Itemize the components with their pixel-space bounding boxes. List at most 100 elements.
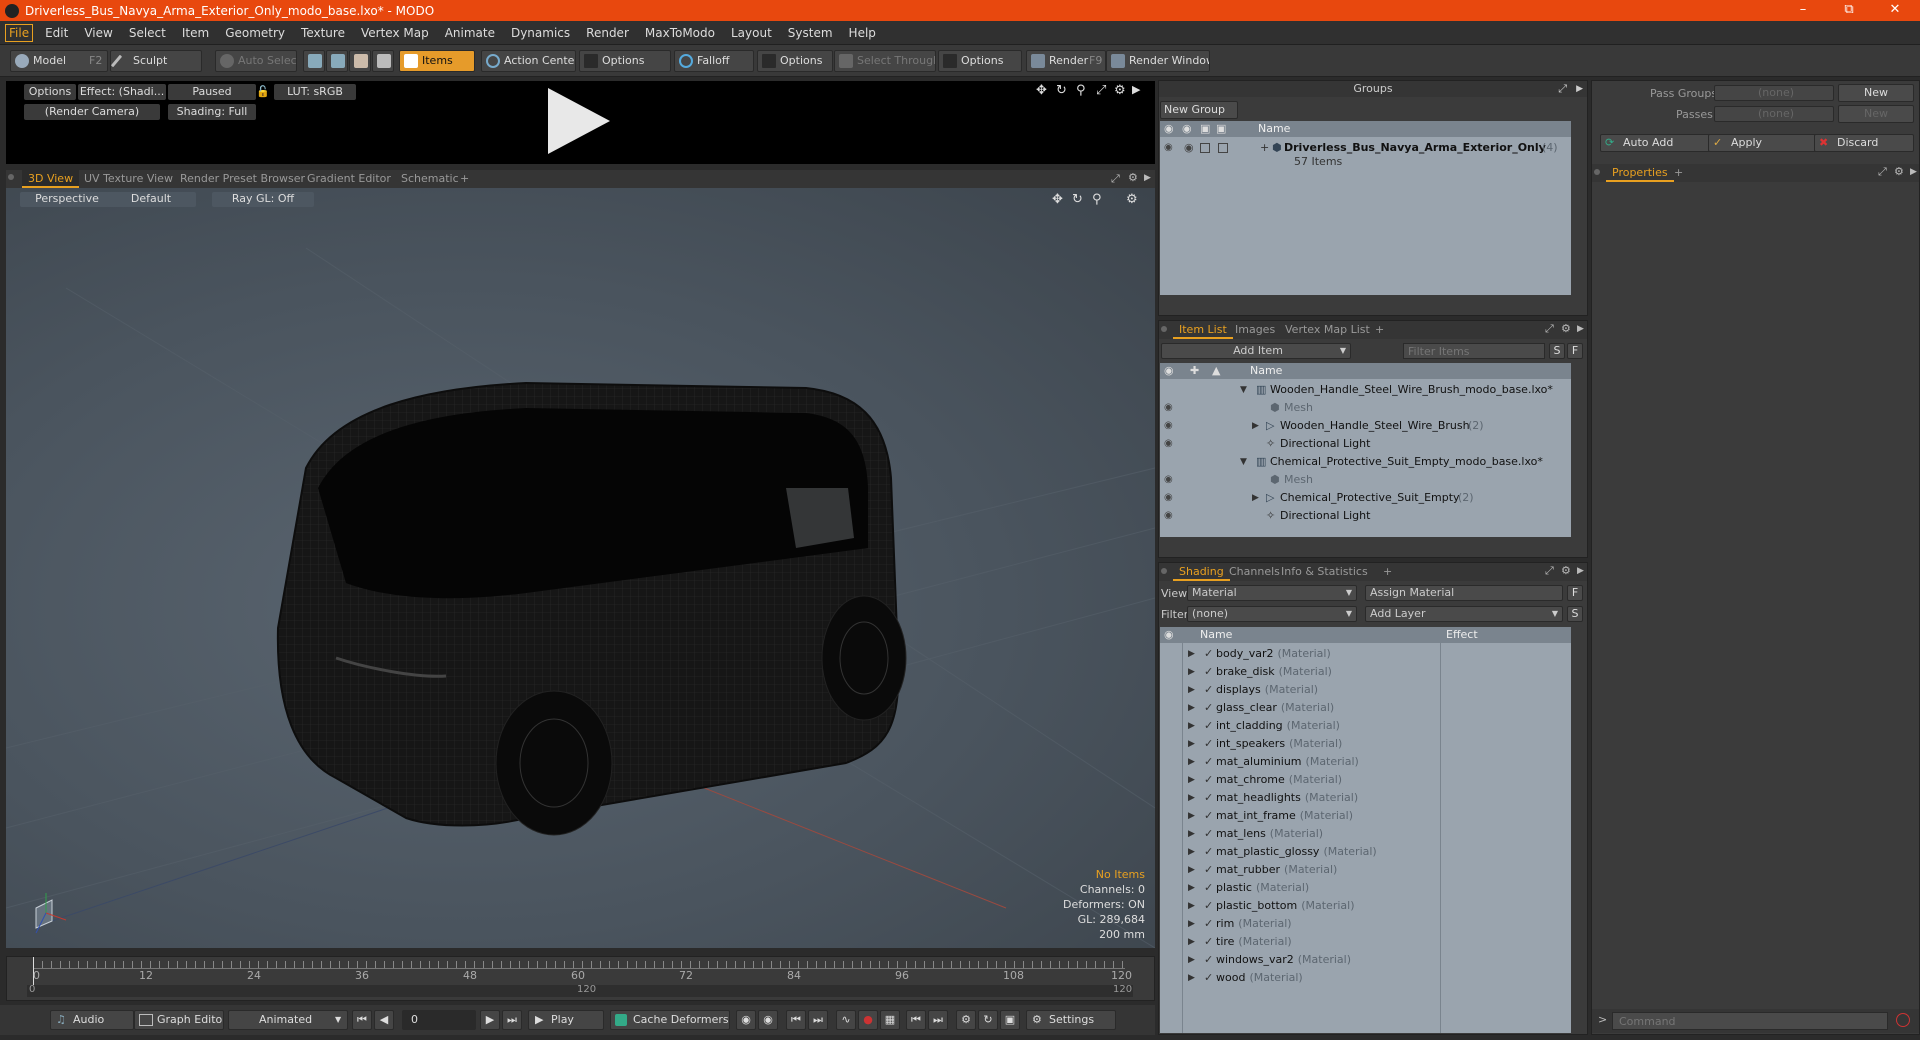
auto-select-button[interactable]: Auto Select [215, 50, 297, 72]
lock-icon[interactable]: ▣ [1200, 121, 1210, 137]
filter-dropdown[interactable]: (none) ▼ [1187, 606, 1357, 622]
eye-icon[interactable]: ◉ [1164, 143, 1176, 153]
preview-paused-button[interactable]: Paused [168, 84, 256, 100]
sculpt-mode-button[interactable]: Sculpt [110, 50, 202, 72]
material-row[interactable]: ▶ ✓ glass_clear (Material) [1160, 699, 1570, 717]
sync-button[interactable]: ↻ [978, 1010, 998, 1030]
menu-view[interactable]: View [76, 21, 120, 45]
select-checkbox[interactable] [1218, 143, 1228, 153]
scene-canvas[interactable] [6, 188, 1155, 948]
lock-icon[interactable]: ✚ [1190, 363, 1199, 379]
visibility-icon[interactable]: ◉ [1164, 627, 1174, 643]
expand-arrow-icon[interactable]: ▶ [1188, 735, 1195, 753]
tab-info-statistics[interactable]: Info & Statistics [1275, 563, 1374, 581]
shading-dropdown[interactable]: Shading: Full [168, 104, 256, 120]
lock-checkbox[interactable] [1200, 143, 1210, 153]
falloff-options-button[interactable]: Options [757, 50, 833, 72]
shading-s-button[interactable]: S [1567, 606, 1583, 622]
model-mode-button[interactable]: Model F2 [10, 50, 108, 72]
select-icon[interactable]: ▣ [1216, 121, 1226, 137]
menu-animate[interactable]: Animate [437, 21, 503, 45]
expand-arrow-icon[interactable]: ▶ [1188, 879, 1195, 897]
panel-handle-icon[interactable] [1161, 326, 1167, 332]
menu-system[interactable]: System [780, 21, 841, 45]
list-item[interactable]: ◉ ✧ Directional Light [1160, 507, 1571, 525]
material-row[interactable]: ▶ ✓ windows_var2 (Material) [1160, 951, 1570, 969]
item-list[interactable]: ▼ ▥ Wooden_Handle_Steel_Wire_Brush_modo_… [1160, 379, 1571, 537]
layers-button[interactable]: ▣ [1000, 1010, 1020, 1030]
maximize-view-icon[interactable]: ⤢ [1111, 172, 1120, 186]
eye-icon[interactable]: ◉ [1164, 475, 1176, 485]
menu-item[interactable]: Item [174, 21, 217, 45]
material-row[interactable]: ▶ ✓ mat_int_frame (Material) [1160, 807, 1570, 825]
filter-s-button[interactable]: S [1549, 343, 1565, 359]
filter-f-button[interactable]: F [1567, 343, 1583, 359]
expand-arrow-icon[interactable]: ▶ [1577, 324, 1584, 334]
new-group-button[interactable]: New Group [1160, 101, 1238, 119]
tab-gradient-editor[interactable]: Gradient Editor [301, 170, 397, 188]
timeline[interactable]: 0 12 24 36 48 60 72 84 96 108 120 0 120 … [6, 956, 1155, 1001]
material-row[interactable]: ▶ ✓ plastic (Material) [1160, 879, 1570, 897]
timeline-ruler[interactable] [33, 961, 1125, 969]
eye-icon[interactable]: ◉ [1164, 511, 1176, 521]
frame-input[interactable]: 0 [402, 1010, 476, 1030]
tab-render-preset-browser[interactable]: Render Preset Browser [174, 170, 311, 188]
auto-key-button[interactable]: ◉ [758, 1010, 778, 1030]
material-row[interactable]: ▶ ✓ int_cladding (Material) [1160, 717, 1570, 735]
collapse-arrow-icon[interactable]: ▼ [1240, 381, 1247, 399]
menu-dynamics[interactable]: Dynamics [503, 21, 578, 45]
preview-effect-dropdown[interactable]: Effect: (Shadi... [78, 84, 166, 100]
visibility-icon[interactable]: ◉ [1164, 121, 1174, 137]
tab-images[interactable]: Images [1229, 321, 1281, 339]
cache-deformers-button[interactable]: Cache Deformers [610, 1010, 730, 1030]
key-filter-button[interactable]: ▦ [880, 1010, 900, 1030]
expand-arrow-icon[interactable]: ▶ [1252, 489, 1259, 507]
lock-icon[interactable]: 🔓 [256, 85, 270, 98]
expand-arrow-icon[interactable]: ▶ [1188, 969, 1195, 987]
menu-texture[interactable]: Texture [293, 21, 353, 45]
list-item[interactable]: ▼ ▥ Wooden_Handle_Steel_Wire_Brush_modo_… [1160, 381, 1571, 399]
menu-select[interactable]: Select [121, 21, 174, 45]
expand-arrow-icon[interactable]: ▶ [1188, 645, 1195, 663]
next-marker-button[interactable]: ⏭ [928, 1010, 948, 1030]
expand-arrow-icon[interactable]: ▶ [1188, 825, 1195, 843]
next-frame-button[interactable]: ▶ [480, 1010, 500, 1030]
motion-button[interactable]: ∿ [836, 1010, 856, 1030]
auto-add-button[interactable]: ⟳ Auto Add [1600, 134, 1710, 152]
lut-dropdown[interactable]: LUT: sRGB [274, 84, 356, 100]
gear-icon[interactable]: ⚙ [1561, 564, 1571, 577]
menu-layout[interactable]: Layout [723, 21, 780, 45]
menu-maxtomodo[interactable]: MaxToModo [637, 21, 723, 45]
expand-arrow-icon[interactable]: ▶ [1188, 717, 1195, 735]
add-layer-dropdown[interactable]: Add Layer ▼ [1365, 606, 1563, 622]
shader-tree[interactable]: ▶ ✓ body_var2 (Material) ▶ ✓ brake_disk (Materi… [1160, 643, 1571, 1033]
render-window-button[interactable]: Render Window [1106, 50, 1210, 72]
passes-dropdown[interactable]: (none) [1714, 106, 1834, 122]
render-toggle-icon[interactable]: ◉ [1182, 121, 1192, 137]
groups-list[interactable]: ◉ ◉ + ⬢ Driverless_Bus_Navya_Arma_Exteri… [1160, 137, 1571, 295]
material-row[interactable]: ▶ ✓ body_var2 (Material) [1160, 645, 1570, 663]
maximize-panel-icon[interactable]: ⤢ [1878, 165, 1887, 179]
polygons-mode-button[interactable] [349, 50, 371, 72]
gear-icon[interactable]: ⚙ [1128, 171, 1138, 184]
expand-arrow-icon[interactable]: ▶ [1188, 951, 1195, 969]
edges-mode-button[interactable] [326, 50, 348, 72]
falloff-button[interactable]: Falloff [674, 50, 754, 72]
menu-render[interactable]: Render [578, 21, 637, 45]
add-tab-button[interactable]: + [454, 170, 475, 188]
command-history-icon[interactable] [1896, 1013, 1910, 1027]
action-center-options-button[interactable]: Options [579, 50, 671, 72]
move-view-icon[interactable]: ✥ [1036, 83, 1047, 98]
render-camera-dropdown[interactable]: (Render Camera) [24, 104, 160, 120]
expand-arrow-icon[interactable]: ▶ [1188, 771, 1195, 789]
new-pass-button[interactable]: New [1838, 105, 1914, 123]
record-button[interactable]: ● [858, 1010, 878, 1030]
new-pass-group-button[interactable]: New [1838, 84, 1914, 102]
close-button[interactable]: ✕ [1872, 0, 1918, 21]
next-key-button[interactable]: ⏭ [808, 1010, 828, 1030]
material-row[interactable]: ▶ ✓ mat_chrome (Material) [1160, 771, 1570, 789]
maximize-panel-icon[interactable]: ⤢ [1545, 564, 1554, 578]
gear-icon[interactable]: ⚙ [1561, 322, 1571, 335]
select-through-options-button[interactable]: Options [938, 50, 1022, 72]
material-row[interactable]: ▶ ✓ mat_headlights (Material) [1160, 789, 1570, 807]
